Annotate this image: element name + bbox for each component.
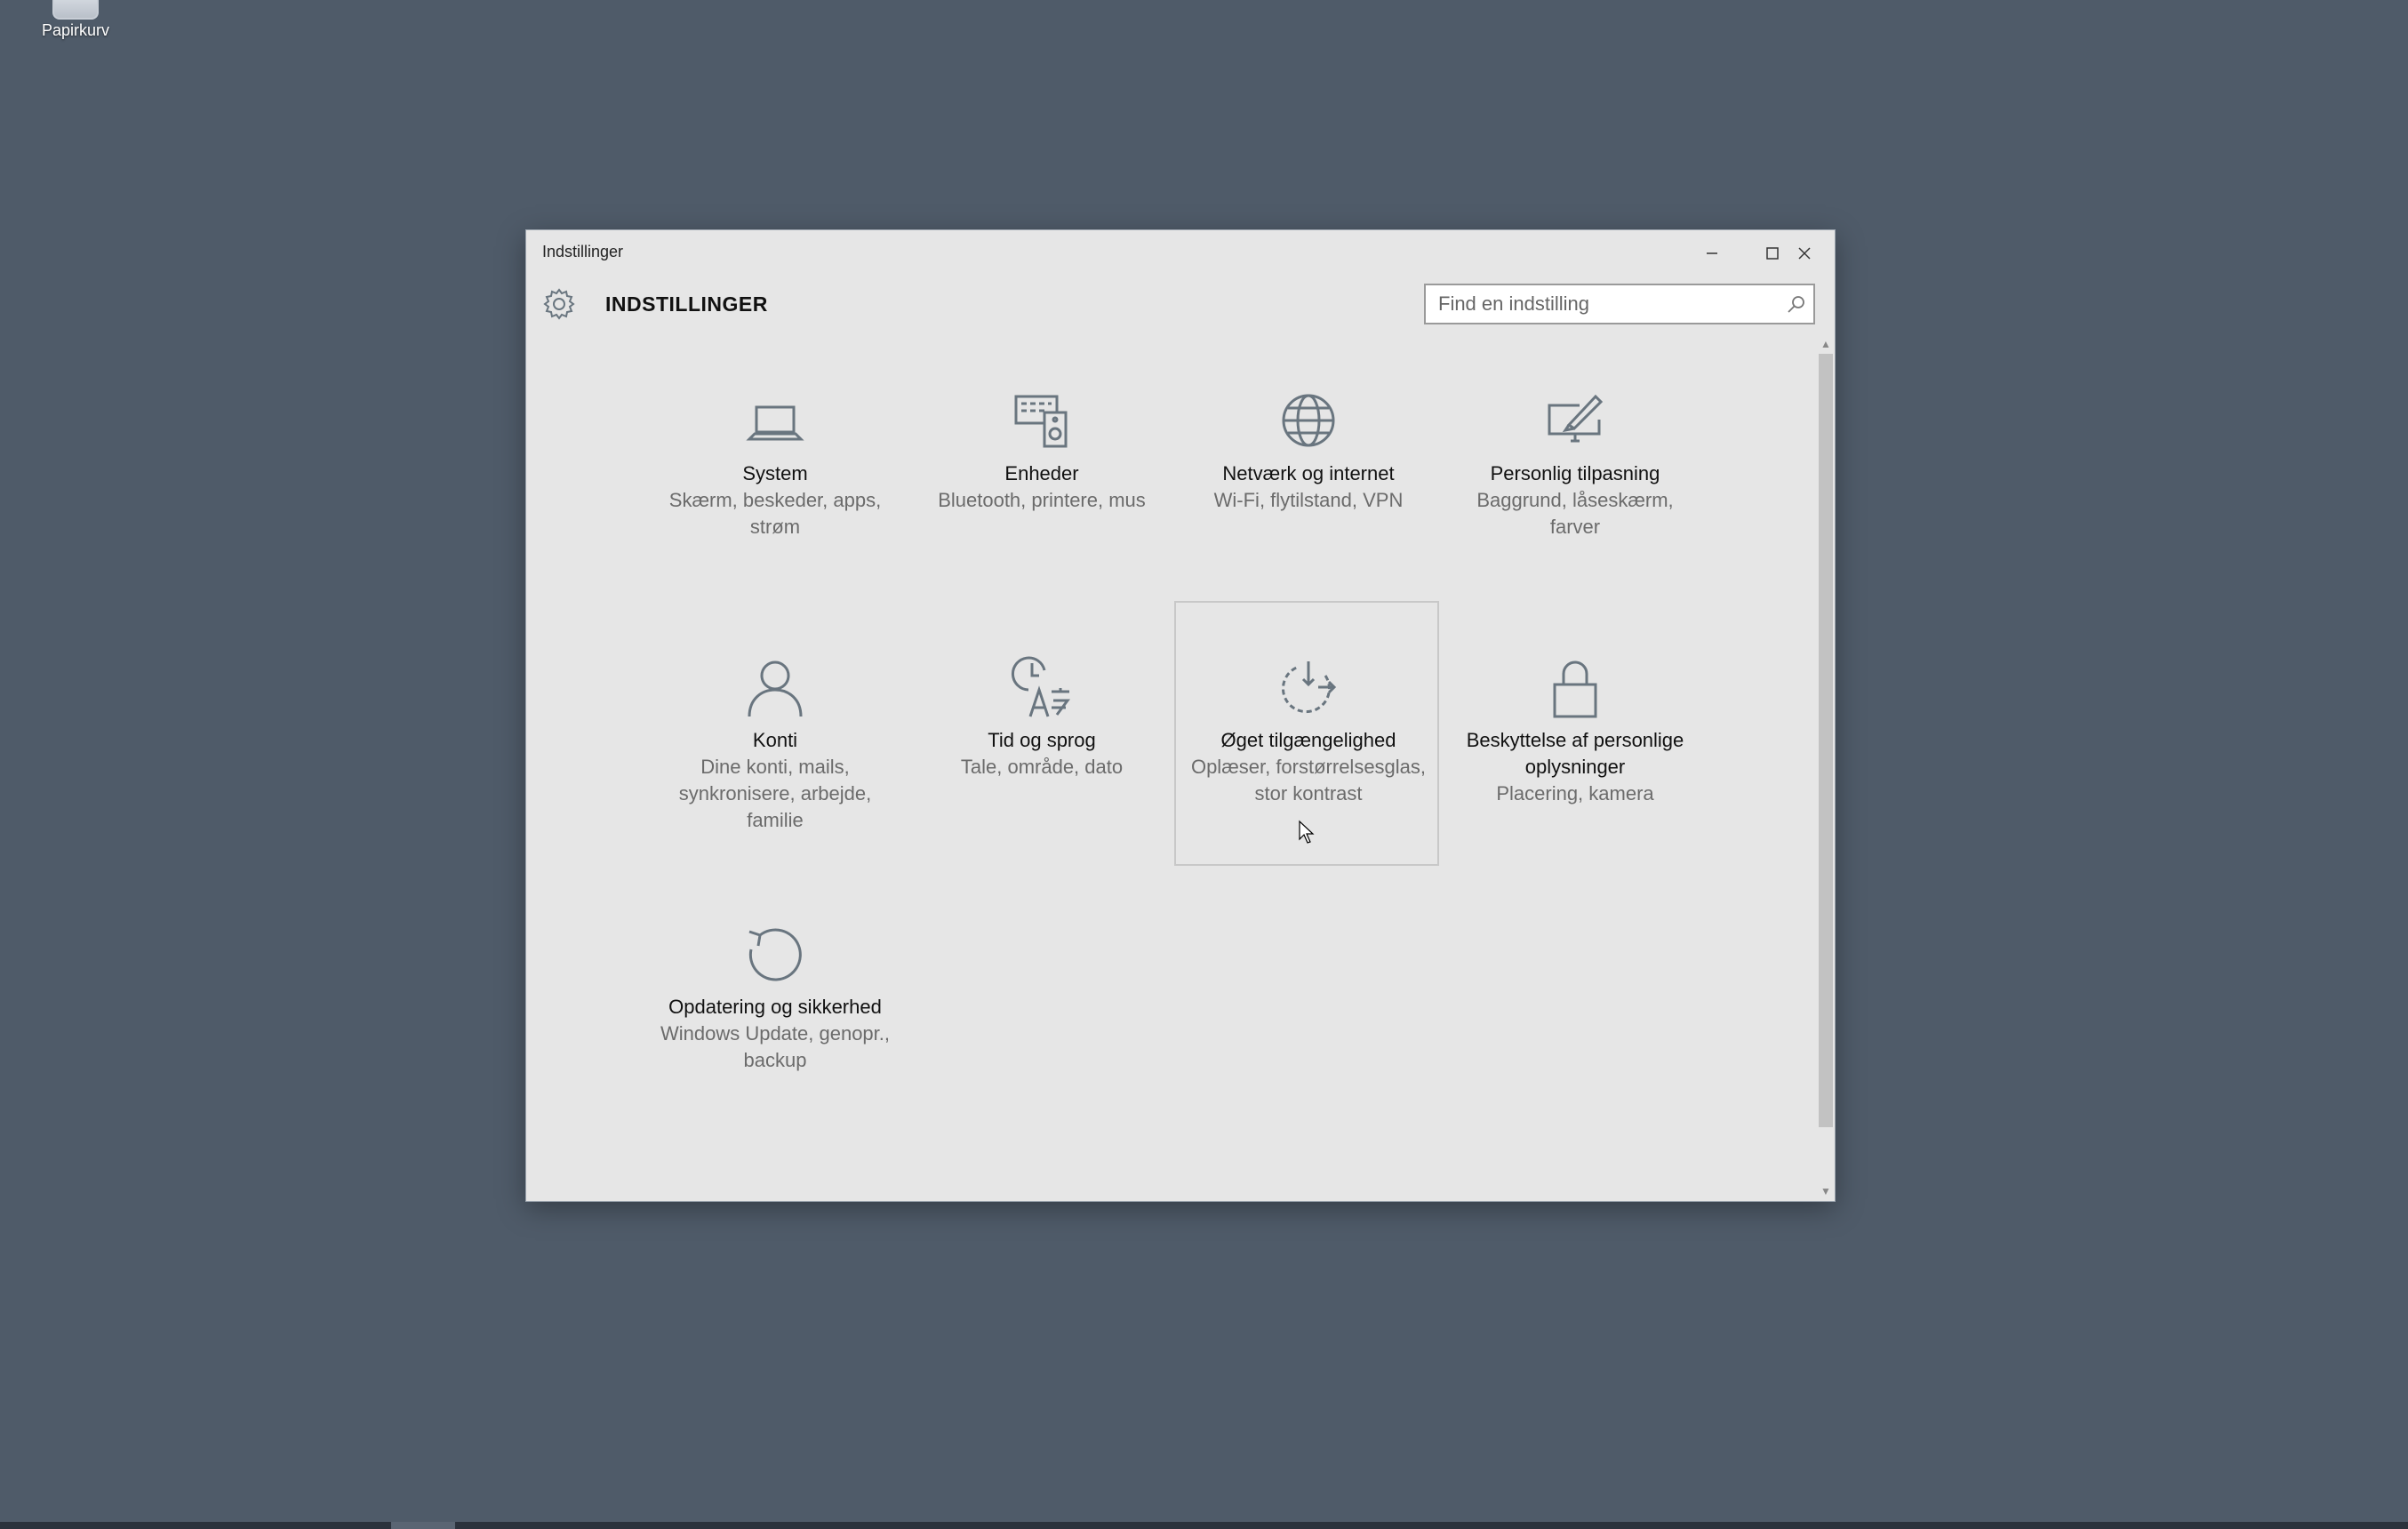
ease-of-access-icon xyxy=(1277,656,1340,718)
settings-window: Indstillinger INDSTILLINGER Find en inds… xyxy=(526,230,1835,1201)
category-description: Tale, område, dato xyxy=(960,756,1124,778)
category-accounts[interactable]: Konti Dine konti, mails, synkronisere, a… xyxy=(641,601,906,866)
window-title: Indstillinger xyxy=(542,243,624,260)
page-title: INDSTILLINGER xyxy=(605,292,768,316)
scrollbar-thumb[interactable] xyxy=(1819,354,1833,1127)
taskbar-active-item[interactable] xyxy=(391,1522,455,1529)
category-text: Netværk og internet Wi-Fi, flytilstand, … xyxy=(1183,460,1434,514)
recycle-bin-label: Papirkurv xyxy=(41,21,110,39)
category-name: Enheder xyxy=(1004,462,1079,484)
close-button[interactable] xyxy=(1774,230,1835,276)
category-text: Personlig tilpasning Baggrund, låseskærm… xyxy=(1450,460,1700,540)
category-name: Øget tilgængelighed xyxy=(1220,729,1396,751)
category-name: Opdatering og sikkerhed xyxy=(668,996,882,1018)
category-description: Wi-Fi, flytilstand, VPN xyxy=(1213,489,1404,511)
category-description: Oplæser, forstørrelsesglas, stor kontras… xyxy=(1190,756,1427,805)
category-text: Tid og sprog Tale, område, dato xyxy=(916,727,1167,781)
globe-icon xyxy=(1277,389,1340,452)
personalization-icon xyxy=(1544,389,1606,452)
minimize-button[interactable] xyxy=(1682,230,1742,276)
recycle-bin-icon xyxy=(52,0,99,20)
desktop: Papirkurv Indstillinger INDSTILLINGER Fi… xyxy=(0,0,2408,1529)
category-name: Konti xyxy=(752,729,798,751)
category-network[interactable]: Netværk og internet Wi-Fi, flytilstand, … xyxy=(1174,334,1439,599)
category-text: Beskyttelse af personlige oplysninger Pl… xyxy=(1450,727,1700,807)
category-name: Tid og sprog xyxy=(988,729,1096,751)
update-icon xyxy=(744,923,806,985)
taskbar xyxy=(0,1522,2408,1529)
search-box[interactable] xyxy=(1424,284,1815,324)
category-name: Beskyttelse af personlige oplysninger xyxy=(1466,729,1684,778)
person-icon xyxy=(744,656,806,718)
lock-icon xyxy=(1544,656,1606,718)
category-system[interactable]: System Skærm, beskeder, apps, strøm xyxy=(641,334,906,599)
title-bar[interactable]: Indstillinger xyxy=(526,230,1835,276)
category-text: System Skærm, beskeder, apps, strøm xyxy=(650,460,900,540)
category-devices[interactable]: Enheder Bluetooth, printere, mus xyxy=(908,334,1172,599)
search-input[interactable] xyxy=(1426,285,1785,323)
scroll-down-arrow-icon[interactable]: ▼ xyxy=(1817,1183,1835,1199)
category-name: System xyxy=(742,462,808,484)
category-description: Dine konti, mails, synkronisere, arbejde… xyxy=(678,756,872,831)
category-text: Enheder Bluetooth, printere, mus xyxy=(916,460,1167,514)
laptop-icon xyxy=(744,389,806,452)
category-name: Personlig tilpasning xyxy=(1490,462,1660,484)
vertical-scrollbar[interactable]: ▲ ▼ xyxy=(1817,334,1835,1201)
category-description: Placering, kamera xyxy=(1496,782,1654,805)
category-description: Skærm, beskeder, apps, strøm xyxy=(668,489,882,538)
recycle-bin-shortcut[interactable]: Papirkurv xyxy=(27,0,124,40)
category-description: Bluetooth, printere, mus xyxy=(938,489,1146,511)
category-text: Øget tilgængelighed Oplæser, forstørrels… xyxy=(1183,727,1434,807)
category-update-security[interactable]: Opdatering og sikkerhed Windows Update, … xyxy=(641,868,906,1133)
category-name: Netværk og internet xyxy=(1222,462,1395,484)
category-privacy[interactable]: Beskyttelse af personlige oplysninger Pl… xyxy=(1441,601,1706,866)
gear-icon xyxy=(543,288,575,320)
search-icon[interactable] xyxy=(1785,292,1808,316)
devices-icon xyxy=(1011,389,1073,452)
minimize-icon xyxy=(1707,252,1717,254)
time-language-icon xyxy=(1011,656,1073,718)
category-description: Baggrund, låseskærm, farver xyxy=(1476,489,1674,538)
category-text: Konti Dine konti, mails, synkronisere, a… xyxy=(650,727,900,834)
category-text: Opdatering og sikkerhed Windows Update, … xyxy=(650,994,900,1074)
category-personalization[interactable]: Personlig tilpasning Baggrund, låseskærm… xyxy=(1441,334,1706,599)
category-time-language[interactable]: Tid og sprog Tale, område, dato xyxy=(908,601,1172,866)
scroll-up-arrow-icon[interactable]: ▲ xyxy=(1817,336,1835,352)
close-icon xyxy=(1798,247,1811,260)
category-description: Windows Update, genopr., backup xyxy=(660,1022,891,1071)
mouse-cursor-icon xyxy=(1299,820,1315,844)
